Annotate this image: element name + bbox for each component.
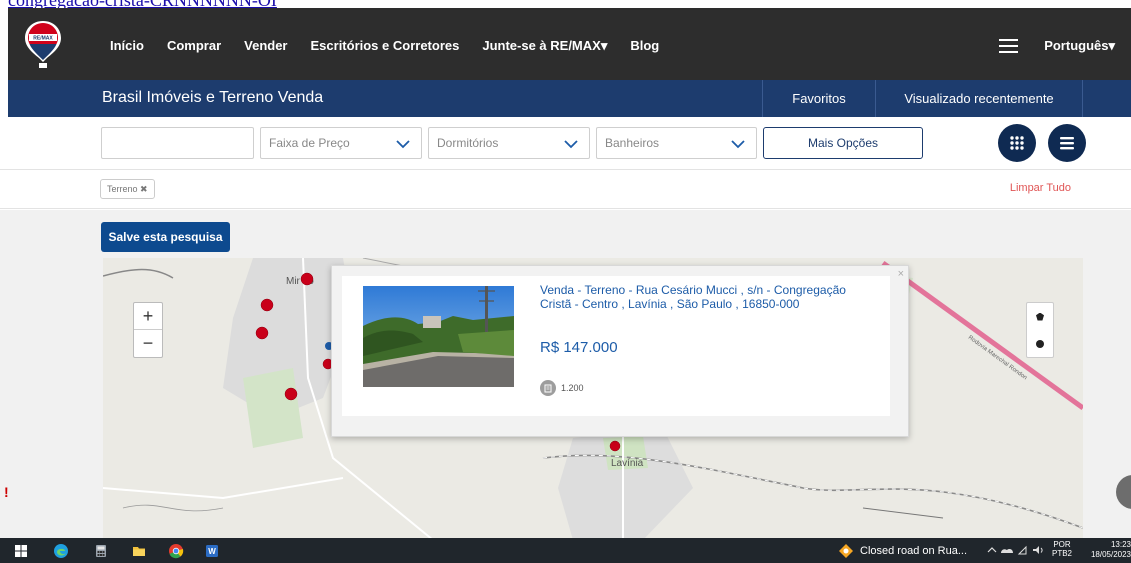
system-tray-icons[interactable]	[987, 543, 1047, 560]
edge-browser-icon[interactable]	[53, 543, 69, 559]
clock-date: 18/05/2023	[1090, 550, 1131, 559]
sub-header: Brasil Imóveis e Terreno Venda Favoritos…	[8, 80, 1131, 117]
nav-menu: Início Comprar Vender Escritórios e Corr…	[110, 8, 682, 83]
favorites-button[interactable]: Favoritos	[762, 80, 875, 117]
notification-text: Closed road on Rua...	[860, 545, 968, 557]
chrome-browser-icon[interactable]	[168, 543, 184, 559]
price-range-label: Faixa de Preço	[269, 136, 350, 150]
warning-mark: !	[4, 484, 9, 500]
word-icon[interactable]: W	[205, 544, 219, 558]
listing-price: R$ 147.000	[540, 339, 618, 356]
nav-item-inicio[interactable]: Início	[110, 38, 144, 53]
more-options-button[interactable]: Mais Opções	[763, 127, 923, 159]
price-range-select[interactable]: Faixa de Preço	[260, 127, 422, 159]
recently-viewed-button[interactable]: Visualizado recentemente	[875, 80, 1083, 117]
listing-photo[interactable]	[363, 286, 514, 387]
bedrooms-select[interactable]: Dormitórios	[428, 127, 590, 159]
bedrooms-label: Dormitórios	[437, 136, 499, 150]
tray-icons	[987, 545, 1043, 555]
zoom-in-button[interactable]: +	[134, 303, 162, 330]
map-marker[interactable]	[609, 440, 621, 452]
draw-circle-icon[interactable]	[1036, 339, 1044, 348]
lang-code: POR	[1053, 540, 1071, 549]
map-marker[interactable]	[260, 298, 274, 312]
clock-time: 13:23	[1110, 540, 1131, 549]
grid-icon	[1010, 136, 1024, 150]
chevron-down-icon	[396, 140, 410, 149]
svg-text:W: W	[208, 547, 216, 556]
input-language-indicator[interactable]: POR PTB2	[1052, 540, 1072, 558]
main-nav: RE/MAX Início Comprar Vender Escritórios…	[8, 8, 1131, 83]
location-search-input[interactable]	[101, 127, 254, 159]
filter-tag-terreno[interactable]: Terreno ✖	[100, 179, 155, 199]
clear-all-link[interactable]: Limpar Tudo	[1010, 182, 1071, 194]
windows-taskbar: W Closed road on Rua... POR PTB2 13:23 1…	[0, 538, 1131, 563]
hamburger-menu-icon[interactable]	[999, 38, 1019, 53]
listing-card[interactable]: Venda - Terreno - Rua Cesário Mucci , s/…	[342, 276, 890, 416]
nav-right: Português▾	[999, 8, 1115, 83]
zoom-control: + −	[133, 302, 163, 358]
keyboard-layout: PTB2	[1052, 549, 1073, 558]
nav-item-vender[interactable]: Vender	[244, 38, 287, 53]
chevron-down-icon	[564, 140, 578, 149]
map-marker[interactable]	[255, 326, 269, 340]
bathrooms-select[interactable]: Banheiros	[596, 127, 757, 159]
draw-polygon-icon[interactable]	[1036, 312, 1044, 321]
road-warning-icon	[839, 544, 853, 558]
filter-bar: Faixa de Preço Dormitórios Banheiros Mai…	[0, 117, 1131, 169]
chevron-down-icon	[731, 140, 745, 149]
land-area-value: 1.200	[561, 383, 584, 393]
nav-item-escritorios[interactable]: Escritórios e Corretores	[311, 38, 460, 53]
nav-item-blog[interactable]: Blog	[630, 38, 659, 53]
listing-title-link[interactable]: Venda - Terreno - Rua Cesário Mucci , s/…	[540, 283, 860, 311]
file-explorer-icon[interactable]	[132, 544, 146, 558]
close-icon[interactable]: ×	[898, 268, 904, 280]
map-marker[interactable]	[284, 387, 298, 401]
nav-item-junte-se[interactable]: Junte-se à RE/MAX▾	[482, 38, 607, 54]
zoom-out-button[interactable]: −	[134, 330, 162, 357]
list-icon	[1060, 137, 1074, 150]
grid-view-button[interactable]	[998, 124, 1036, 162]
taskbar-notification[interactable]: Closed road on Rua...	[838, 542, 967, 560]
page-title: Brasil Imóveis e Terreno Venda	[102, 89, 324, 106]
active-filters-bar: Terreno ✖ Limpar Tudo	[0, 169, 1131, 209]
map-draw-tools	[1026, 302, 1054, 358]
save-search-button[interactable]: Salve esta pesquisa	[101, 222, 230, 252]
calculator-icon[interactable]	[94, 544, 108, 558]
windows-start-icon[interactable]	[14, 544, 28, 558]
bathrooms-label: Banheiros	[605, 136, 660, 150]
remax-balloon-logo[interactable]: RE/MAX	[24, 20, 62, 70]
map-marker[interactable]	[300, 272, 314, 286]
page: congregacao-cristã-CRNNNNNN-OI RE/MAX In…	[0, 0, 1131, 563]
land-area-icon	[540, 380, 556, 396]
listing-popup: × Venda - Terreno - Rua Cesário Mucci , …	[331, 265, 909, 437]
nav-item-comprar[interactable]: Comprar	[167, 38, 221, 53]
system-clock[interactable]: 13:23 18/05/2023	[1090, 540, 1131, 560]
language-selector[interactable]: Português▾	[1044, 38, 1115, 54]
list-view-button[interactable]	[1048, 124, 1086, 162]
svg-text:RE/MAX: RE/MAX	[33, 36, 53, 42]
